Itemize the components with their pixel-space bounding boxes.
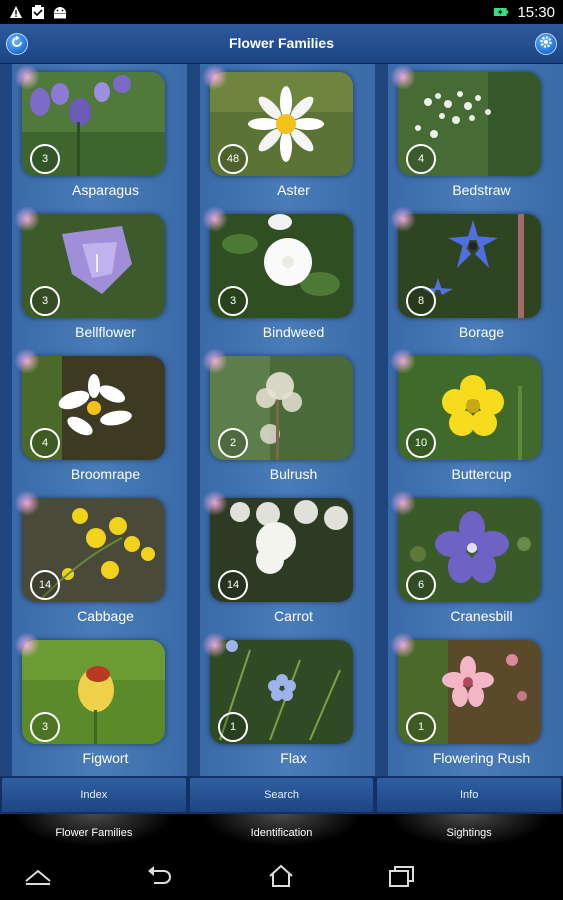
family-name: Asparagus <box>72 182 139 198</box>
clipboard-icon <box>30 4 46 20</box>
species-count-badge: 1 <box>406 712 436 742</box>
species-count-badge: 4 <box>406 144 436 174</box>
back-arrow-icon[interactable] <box>146 864 174 888</box>
family-tile-cranesbill[interactable]: 6 Cranesbill <box>388 490 563 632</box>
family-name: Cranesbill <box>450 608 513 624</box>
family-name: Cabbage <box>77 608 134 624</box>
family-name: Aster <box>277 182 310 198</box>
main-tabs: Flower Families Identification Sightings <box>0 814 563 852</box>
family-tile-carrot[interactable]: 14 Carrot <box>200 490 387 632</box>
family-name: Broomrape <box>70 466 141 482</box>
species-count-badge: 2 <box>218 428 248 458</box>
tab-flower-families[interactable]: Flower Families <box>0 814 188 852</box>
family-tile-bulrush[interactable]: 2 Bulrush <box>200 348 387 490</box>
family-tile-flowering-rush[interactable]: 1 Flowering Rush <box>388 632 563 774</box>
android-icon <box>52 4 68 20</box>
family-tile-asparagus[interactable]: 3 Asparagus <box>12 64 199 206</box>
settings-icon <box>539 35 553 54</box>
family-name: Bellflower <box>75 324 136 340</box>
family-name: Carrot <box>274 608 313 624</box>
family-name: Borage <box>458 324 505 340</box>
species-count-badge: 3 <box>30 712 60 742</box>
battery-charging-icon <box>493 4 509 20</box>
family-name: Figwort <box>82 750 129 766</box>
species-count-badge: 14 <box>218 570 248 600</box>
section-tabs: Index Search Info <box>0 776 563 814</box>
page-title: Flower Families <box>228 35 335 51</box>
back-caret-icon[interactable] <box>24 864 52 888</box>
species-count-badge: 3 <box>30 286 60 316</box>
status-bar: 15:30 <box>0 0 563 24</box>
families-grid: 3 Asparagus 48 Aster 4 Bedstraw 3 Bellfl… <box>0 64 563 776</box>
family-tile-bindweed[interactable]: 3 Bindweed <box>200 206 387 348</box>
species-count-badge: 48 <box>218 144 248 174</box>
tab-sightings[interactable]: Sightings <box>375 814 563 852</box>
family-name: Bulrush <box>269 466 318 482</box>
family-tile-cabbage[interactable]: 14 Cabbage <box>12 490 199 632</box>
family-tile-bedstraw[interactable]: 4 Bedstraw <box>388 64 563 206</box>
recent-apps-icon[interactable] <box>387 864 415 888</box>
tab-identification[interactable]: Identification <box>187 814 376 852</box>
family-tile-bellflower[interactable]: 3 Bellflower <box>12 206 199 348</box>
species-count-badge: 3 <box>30 144 60 174</box>
species-count-badge: 4 <box>30 428 60 458</box>
title-bar: Flower Families <box>0 24 563 64</box>
family-name: Bindweed <box>262 324 325 340</box>
species-count-badge: 6 <box>406 570 436 600</box>
family-tile-aster[interactable]: 48 Aster <box>200 64 387 206</box>
family-tile-flax[interactable]: 1 Flax <box>200 632 387 774</box>
species-count-badge: 3 <box>218 286 248 316</box>
family-name: Flax <box>280 750 307 766</box>
settings-button[interactable] <box>535 33 557 55</box>
family-tile-broomrape[interactable]: 4 Broomrape <box>12 348 199 490</box>
home-icon[interactable] <box>267 864 295 888</box>
species-count-badge: 14 <box>30 570 60 600</box>
tab-search[interactable]: Search <box>189 778 374 812</box>
family-tile-figwort[interactable]: 3 Figwort <box>12 632 199 774</box>
family-tile-borage[interactable]: 8 Borage <box>388 206 563 348</box>
family-name: Flowering Rush <box>432 750 531 766</box>
species-count-badge: 1 <box>218 712 248 742</box>
species-count-badge: 8 <box>406 286 436 316</box>
tab-info[interactable]: Info <box>377 778 562 812</box>
warning-icon <box>8 4 24 20</box>
family-name: Buttercup <box>451 466 512 482</box>
family-name: Bedstraw <box>452 182 511 198</box>
tab-index[interactable]: Index <box>2 778 186 812</box>
family-tile-buttercup[interactable]: 10 Buttercup <box>388 348 563 490</box>
clock: 15:30 <box>517 3 555 21</box>
system-nav-bar <box>0 852 563 900</box>
species-count-badge: 10 <box>406 428 436 458</box>
